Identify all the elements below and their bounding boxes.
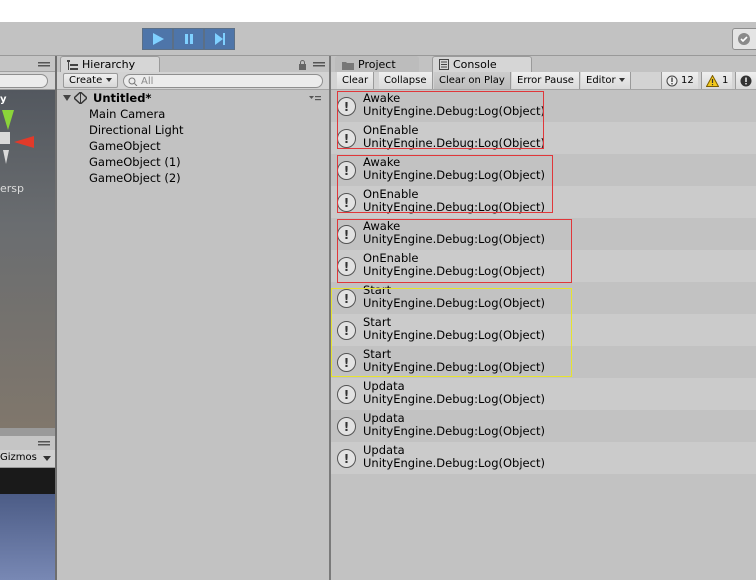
window-top-strip <box>0 0 756 22</box>
scene-search-bar <box>0 72 55 90</box>
log-detail: UnityEngine.Debug:Log(Object) <box>363 424 545 438</box>
error-pause-button[interactable]: Error Pause <box>512 72 580 89</box>
editor-label: Editor <box>586 75 616 86</box>
clear-on-play-button[interactable]: Clear on Play <box>434 72 511 89</box>
pause-button[interactable] <box>173 28 204 50</box>
folder-icon <box>342 61 354 70</box>
log-entry[interactable]: ! Updata UnityEngine.Debug:Log(Object) <box>331 378 756 410</box>
error-icon <box>740 75 752 86</box>
log-count-toggle[interactable]: 12 <box>661 72 698 89</box>
chevron-down-icon[interactable] <box>63 94 71 102</box>
scene-search-input[interactable] <box>0 74 48 88</box>
hierarchy-item[interactable]: Directional Light <box>89 123 184 137</box>
step-button[interactable] <box>204 28 235 50</box>
panel-menu-icon[interactable] <box>38 61 50 69</box>
highlight-box-red <box>337 219 572 283</box>
console-icon <box>439 59 449 70</box>
chevron-down-icon <box>106 78 113 82</box>
tab-console[interactable]: Console <box>432 56 532 72</box>
axis-label: y <box>0 94 7 105</box>
console-tab-bar: Project Console <box>331 56 756 72</box>
tab-project[interactable]: Project <box>335 56 419 72</box>
scene-title[interactable]: Untitled* <box>93 91 151 105</box>
tab-label: Project <box>358 58 396 71</box>
tab-hierarchy[interactable]: Hierarchy <box>60 56 160 72</box>
hierarchy-toolbar: Create All <box>57 72 329 90</box>
hierarchy-item[interactable]: Main Camera <box>89 107 165 121</box>
log-entry[interactable]: ! Updata UnityEngine.Debug:Log(Object) <box>331 442 756 474</box>
highlight-box-red <box>337 155 553 213</box>
info-icon: ! <box>337 449 356 468</box>
scene-gizmo-icon[interactable] <box>0 90 55 170</box>
persp-label: ersp <box>0 182 25 195</box>
editor-dropdown[interactable]: Editor <box>581 72 631 89</box>
clear-button[interactable]: Clear <box>337 72 375 89</box>
create-label: Create <box>69 75 103 86</box>
console-log-list[interactable]: ! Awake UnityEngine.Debug:Log(Object)! OnEn… <box>331 90 756 580</box>
info-icon <box>666 75 678 86</box>
log-entry[interactable]: ! Updata UnityEngine.Debug:Log(Object) <box>331 410 756 442</box>
highlight-box-red <box>337 91 544 149</box>
search-icon <box>128 77 138 86</box>
gizmos-button[interactable]: Gizmos <box>0 452 37 463</box>
checkmark-icon <box>738 33 750 45</box>
info-icon: ! <box>337 385 356 404</box>
hierarchy-icon <box>67 59 78 70</box>
log-detail: UnityEngine.Debug:Log(Object) <box>363 456 545 470</box>
tab-label: Console <box>453 58 497 71</box>
warning-icon <box>706 74 719 87</box>
collapse-button[interactable]: Collapse <box>379 72 433 89</box>
scene-menu-icon[interactable] <box>309 96 321 102</box>
panel-splitter[interactable] <box>0 428 55 436</box>
play-button[interactable] <box>142 28 173 50</box>
log-text: Updata UnityEngine.Debug:Log(Object) <box>363 444 545 470</box>
lock-icon[interactable] <box>298 60 307 70</box>
panel-menu-icon[interactable] <box>313 61 325 69</box>
log-text: Updata UnityEngine.Debug:Log(Object) <box>363 412 545 438</box>
panel-menu-icon[interactable] <box>38 440 50 448</box>
log-count: 12 <box>681 75 694 86</box>
search-placeholder: All <box>141 75 154 87</box>
tab-label: Hierarchy <box>82 58 136 71</box>
step-icon <box>214 33 225 45</box>
log-text: Updata UnityEngine.Debug:Log(Object) <box>363 380 545 406</box>
warning-count: 1 <box>722 75 729 86</box>
hierarchy-search-input[interactable]: All <box>123 74 323 88</box>
hierarchy-tab-bar: Hierarchy <box>57 56 329 72</box>
unity-scene-icon <box>74 92 87 104</box>
scene-view[interactable]: y ersp <box>0 90 55 428</box>
log-detail: UnityEngine.Debug:Log(Object) <box>363 392 545 406</box>
console-toolbar: Clear Collapse Clear on Play Error Pause… <box>331 72 756 90</box>
hierarchy-item[interactable]: GameObject (1) <box>89 155 181 169</box>
game-tab-bar <box>0 436 55 450</box>
create-button[interactable]: Create <box>63 73 119 88</box>
collab-button[interactable] <box>732 28 756 50</box>
main-toolbar <box>0 22 756 56</box>
error-count-toggle[interactable] <box>735 72 756 89</box>
game-view-header <box>0 468 55 494</box>
hierarchy-tree: Untitled* Main Camera Directional Light Ga… <box>57 90 329 580</box>
game-view[interactable] <box>0 494 55 580</box>
highlight-box-yellow <box>331 288 572 377</box>
chevron-down-icon <box>618 78 625 82</box>
warning-count-toggle[interactable]: 1 <box>701 72 733 89</box>
play-icon <box>152 33 164 45</box>
panel-divider[interactable] <box>329 56 331 580</box>
hierarchy-item[interactable]: GameObject (2) <box>89 171 181 185</box>
info-icon: ! <box>337 417 356 436</box>
pause-icon <box>184 34 193 44</box>
scene-tab-bar <box>0 56 55 72</box>
game-toolbar: Gizmos <box>0 450 55 468</box>
hierarchy-item[interactable]: GameObject <box>89 139 161 153</box>
chevron-down-icon <box>43 456 51 461</box>
